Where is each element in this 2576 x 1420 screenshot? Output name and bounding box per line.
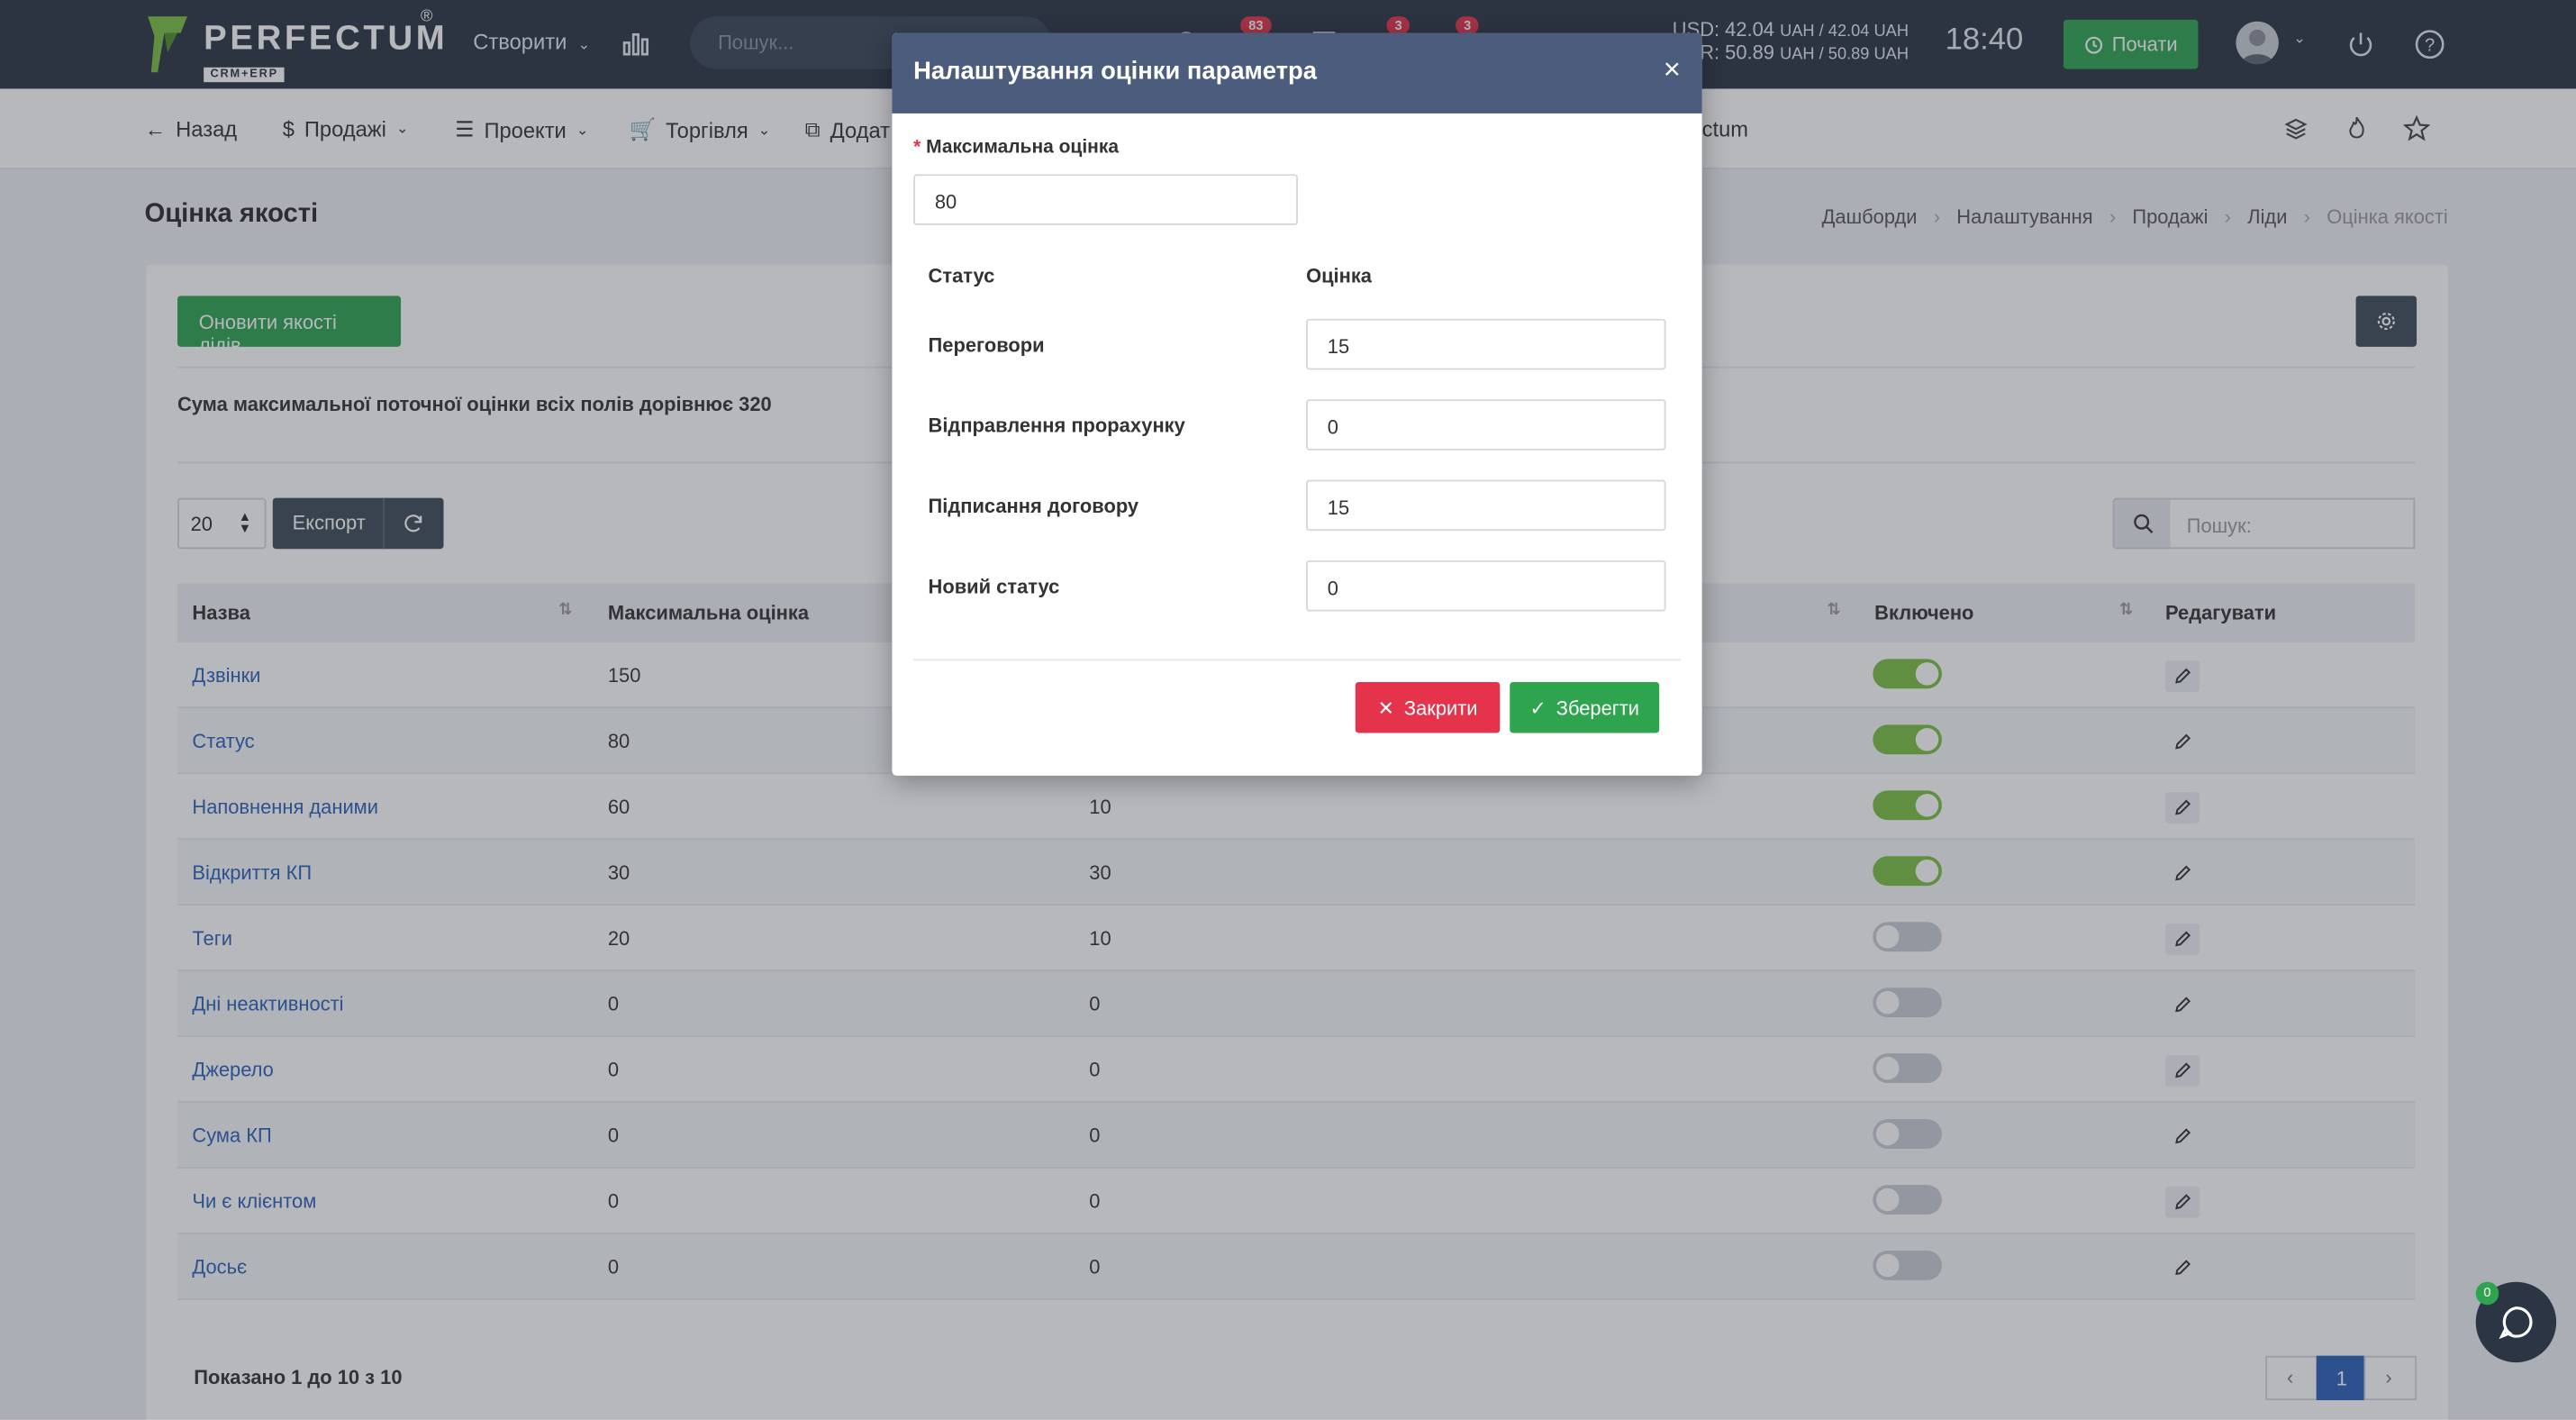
modal-save-button[interactable]: ✓ Зберегти [1510, 681, 1660, 733]
status-label-negotiations: Переговори [928, 333, 1045, 357]
score-input-contract-signing[interactable]: 15 [1306, 479, 1666, 532]
status-label-estimate-sent: Відправлення прорахунку [928, 414, 1185, 438]
modal-save-label: Зберегти [1556, 696, 1640, 719]
modal-close-label: Закрити [1403, 696, 1478, 719]
parameter-settings-modal: Налаштування оцінки параметра × * Максим… [892, 32, 1702, 776]
score-column-header: Оцінка [1306, 264, 1372, 288]
required-mark: * [913, 138, 921, 159]
status-label-contract-signing: Підписання договору [928, 495, 1139, 518]
score-input-negotiations[interactable]: 15 [1306, 318, 1666, 370]
status-column-header: Статус [928, 264, 995, 288]
modal-title: Налаштування оцінки параметра [913, 57, 1317, 86]
modal-close-button[interactable]: ✕ Закрити [1355, 681, 1501, 733]
app-page: PERFECTUM CRM+ERP ® Створити ⌄ Пошук... … [0, 0, 2576, 1420]
chat-badge: 0 [2475, 1281, 2499, 1306]
close-x-icon: ✕ [1377, 696, 1394, 719]
status-label-new-status: Новий статус [928, 575, 1060, 598]
max-score-input[interactable]: 80 [913, 174, 1298, 225]
check-icon: ✓ [1529, 696, 1547, 719]
close-icon[interactable]: × [1664, 52, 1681, 86]
score-input-new-status[interactable]: 0 [1306, 560, 1666, 612]
max-score-label-text: Максимальна оцінка [926, 138, 1120, 159]
score-input-estimate-sent[interactable]: 0 [1306, 399, 1666, 451]
max-score-label: * Максимальна оцінка [913, 138, 1119, 158]
chat-bubble-icon [2499, 1306, 2533, 1340]
modal-divider [913, 659, 1681, 661]
modal-header: Налаштування оцінки параметра × [892, 32, 1702, 114]
